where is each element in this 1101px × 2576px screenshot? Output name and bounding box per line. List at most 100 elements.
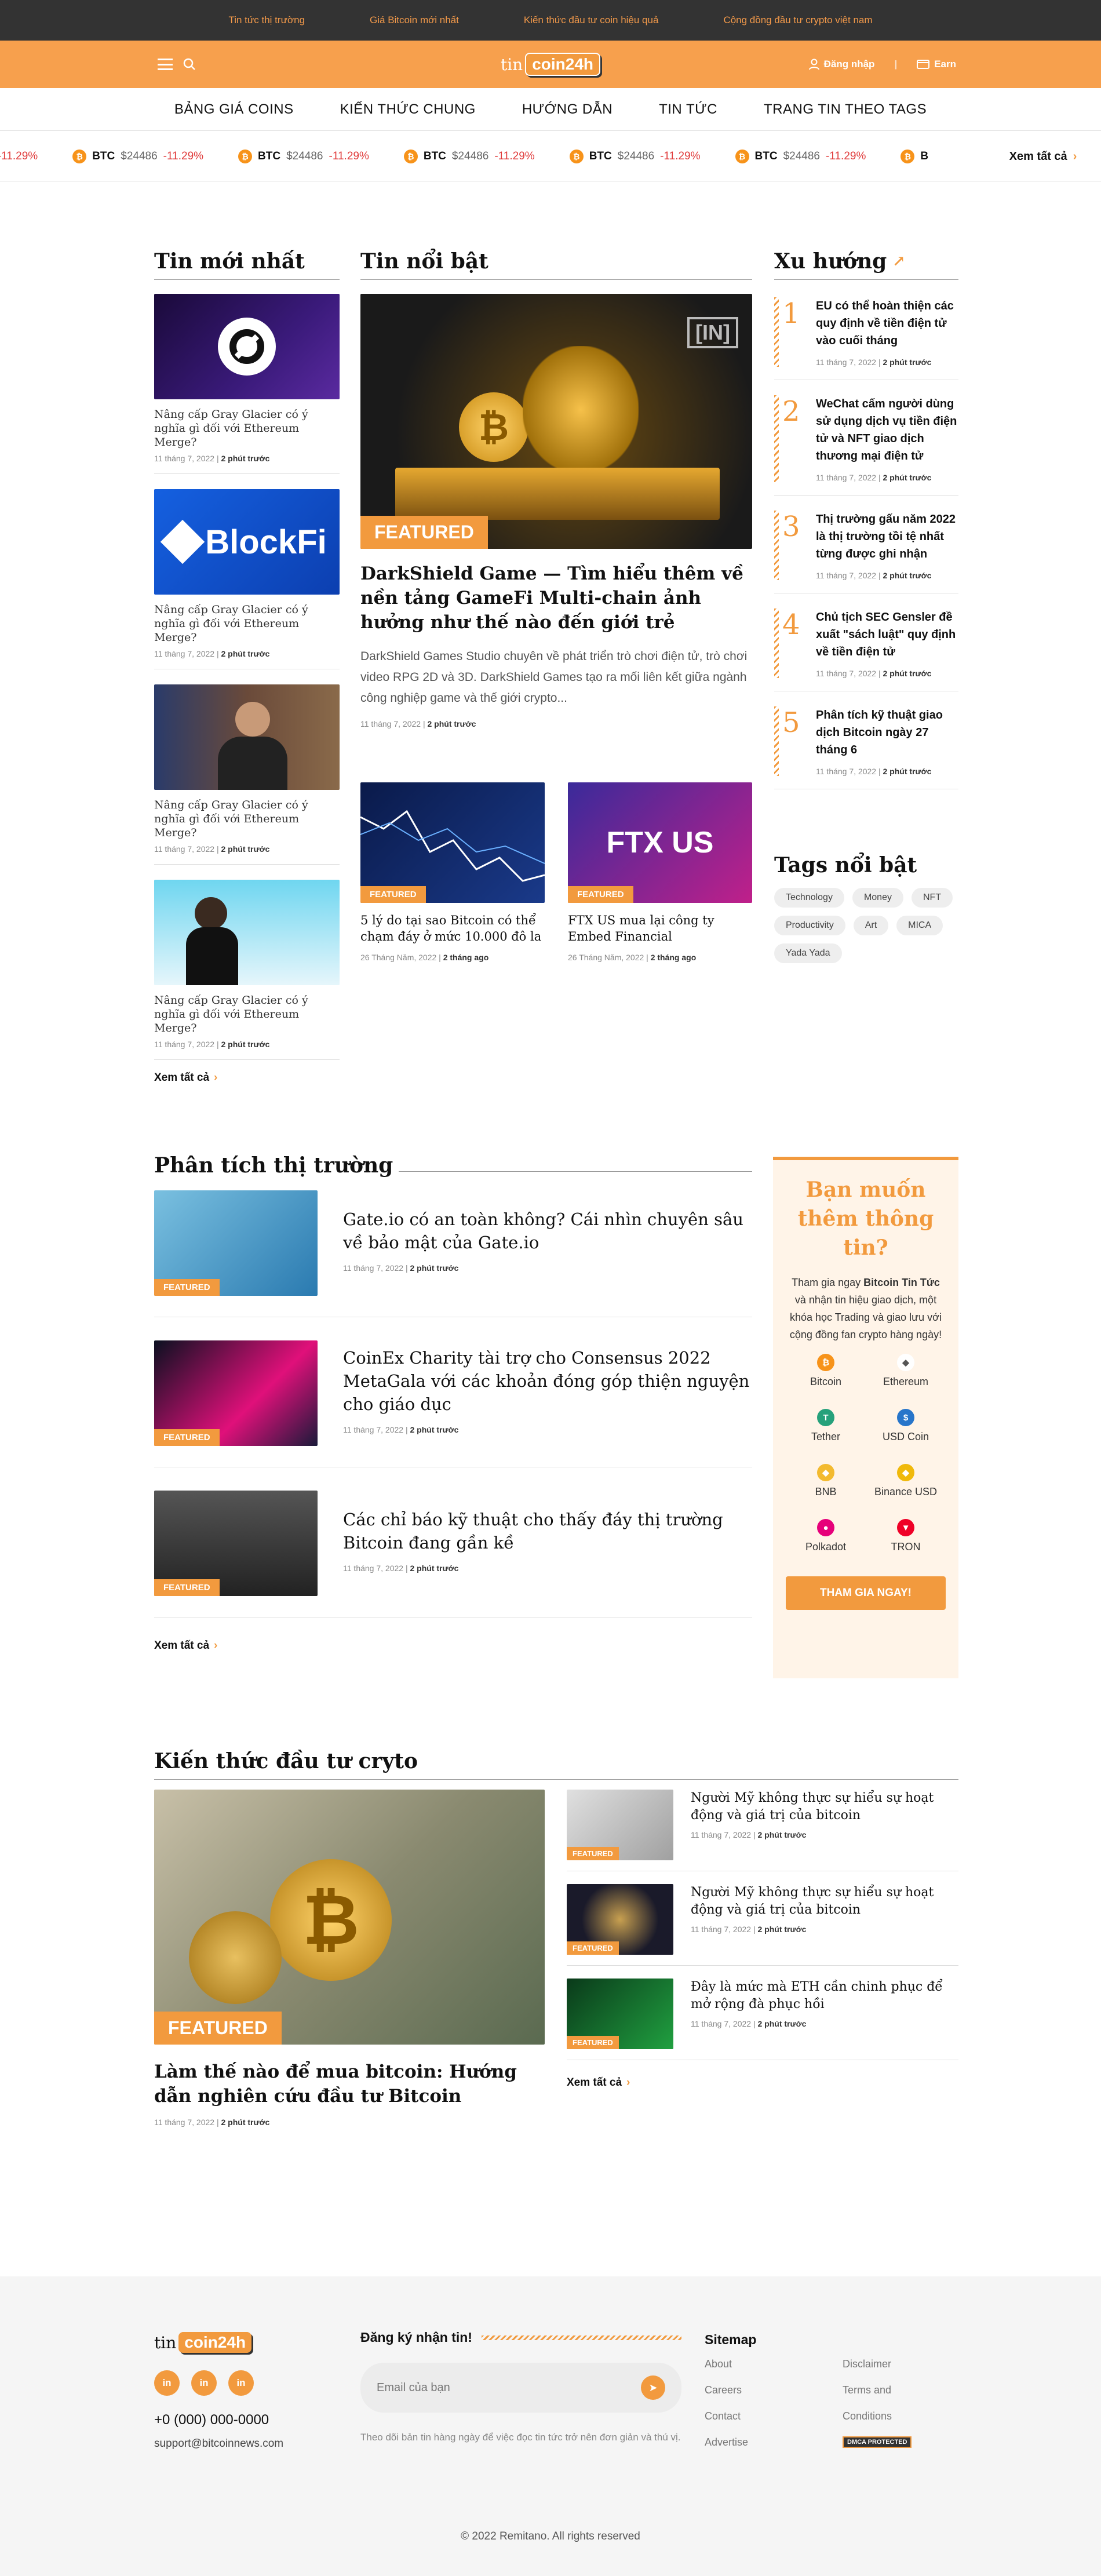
trending-item[interactable]: 5 Phân tích kỹ thuật giao dịch Bitcoin n…	[774, 706, 958, 776]
footer-link-about[interactable]: About	[705, 2358, 843, 2370]
article-thumbnail[interactable]: FEATURED	[567, 1790, 673, 1860]
latest-item[interactable]: Nâng cấp Gray Glacier có ý nghĩa gì đối …	[154, 880, 340, 1049]
linkedin-icon[interactable]: in	[228, 2370, 254, 2396]
footer-link-conditions[interactable]: Conditions	[843, 2410, 912, 2422]
coin-item-tron[interactable]: ▼ TRON	[866, 1519, 946, 1553]
featured-sub-article[interactable]: FTX US FEATURED FTX US mua lại công ty E…	[568, 782, 752, 962]
ticker-item[interactable]: ₿ B	[901, 149, 928, 163]
article-thumbnail[interactable]: ₿ [IN] FEATURED	[360, 294, 752, 549]
coin-item-bitcoin[interactable]: ₿ Bitcoin	[786, 1354, 866, 1388]
tag-chip[interactable]: Money	[852, 888, 903, 908]
article-thumbnail[interactable]	[154, 880, 340, 985]
knowledge-see-all[interactable]: Xem tất cả ›	[567, 2076, 958, 2089]
dmca-badge[interactable]: DMCA PROTECTED	[843, 2436, 912, 2448]
article-title[interactable]: Nâng cấp Gray Glacier có ý nghĩa gì đối …	[154, 993, 340, 1035]
tag-chip[interactable]: Technology	[774, 888, 844, 908]
analysis-item[interactable]: FEATURED Gate.io có an toàn không? Cái n…	[154, 1190, 752, 1296]
knowledge-item[interactable]: FEATURED Người Mỹ không thực sự hiểu sự …	[567, 1884, 958, 1955]
login-link[interactable]: Đăng nhập	[808, 59, 874, 70]
topbar-link-market-news[interactable]: Tin tức thị trường	[228, 14, 305, 26]
article-thumbnail[interactable]: FEATURED	[360, 782, 545, 903]
ticker-item[interactable]: ₿ BTC $24486 -11.29%	[735, 149, 866, 163]
trending-title-text[interactable]: EU có thể hoàn thiện các quy định về tiề…	[816, 297, 958, 349]
article-title[interactable]: Người Mỹ không thực sự hiểu sự hoạt động…	[691, 1884, 958, 1919]
knowledge-item[interactable]: FEATURED Người Mỹ không thực sự hiểu sự …	[567, 1790, 958, 1860]
analysis-item[interactable]: FEATURED CoinEx Charity tài trợ cho Cons…	[154, 1340, 752, 1446]
topbar-link-investment[interactable]: Kiến thức đầu tư coin hiệu quả	[524, 14, 659, 26]
coin-item-polkadot[interactable]: ● Polkadot	[786, 1519, 866, 1553]
latest-see-all[interactable]: Xem tất cả ›	[154, 1072, 340, 1084]
footer-link-contact[interactable]: Contact	[705, 2410, 843, 2422]
article-title[interactable]: Nâng cấp Gray Glacier có ý nghĩa gì đối …	[154, 798, 340, 840]
topbar-link-bitcoin-price[interactable]: Giá Bitcoin mới nhất	[370, 14, 459, 26]
tag-chip[interactable]: Yada Yada	[774, 943, 842, 963]
article-title[interactable]: Nâng cấp Gray Glacier có ý nghĩa gì đối …	[154, 407, 340, 449]
ticker-see-all[interactable]: Xem tất cả ›	[985, 131, 1101, 181]
article-thumbnail[interactable]: FEATURED	[154, 1190, 318, 1296]
coin-item-binance-usd[interactable]: ◆ Binance USD	[866, 1464, 946, 1498]
article-title[interactable]: DarkShield Game — Tìm hiểu thêm về nền t…	[360, 562, 752, 635]
trending-item[interactable]: 2 WeChat cấm người dùng sử dụng dịch vụ …	[774, 395, 958, 482]
latest-item[interactable]: BlockFi Nâng cấp Gray Glacier có ý nghĩa…	[154, 489, 340, 658]
trending-title-text[interactable]: WeChat cấm người dùng sử dụng dịch vụ ti…	[816, 395, 958, 465]
trending-item[interactable]: 4 Chủ tịch SEC Gensler đề xuất "sách luậ…	[774, 609, 958, 678]
article-thumbnail[interactable]	[154, 294, 340, 399]
article-title[interactable]: FTX US mua lại công ty Embed Financial	[568, 912, 752, 945]
article-thumbnail[interactable]	[154, 684, 340, 790]
footer-link-careers[interactable]: Careers	[705, 2384, 843, 2396]
article-thumbnail[interactable]: FEATURED	[154, 1340, 318, 1446]
ticker-item[interactable]: 6 -11.29%	[0, 150, 38, 163]
footer-link-disclaimer[interactable]: Disclaimer	[843, 2358, 912, 2370]
article-title[interactable]: Nâng cấp Gray Glacier có ý nghĩa gì đối …	[154, 603, 340, 644]
footer-logo[interactable]: tin coin24h	[154, 2332, 340, 2353]
nav-item-coin-prices[interactable]: BẢNG GIÁ COINS	[174, 101, 294, 118]
article-thumbnail[interactable]: BlockFi	[154, 489, 340, 595]
tag-chip[interactable]: NFT	[911, 888, 953, 908]
nav-item-tags[interactable]: TRANG TIN THEO TAGS	[764, 101, 927, 118]
linkedin-icon[interactable]: in	[191, 2370, 217, 2396]
article-title[interactable]: CoinEx Charity tài trợ cho Consensus 202…	[343, 1346, 752, 1416]
nav-item-news[interactable]: TIN TỨC	[659, 101, 717, 118]
nav-item-guides[interactable]: HƯỚNG DẪN	[522, 101, 613, 118]
analysis-see-all[interactable]: Xem tất cả ›	[154, 1639, 752, 1652]
coin-item-tether[interactable]: T Tether	[786, 1409, 866, 1443]
email-input[interactable]	[377, 2381, 608, 2395]
tag-chip[interactable]: MICA	[896, 916, 943, 935]
coin-item-ethereum[interactable]: ◆ Ethereum	[866, 1354, 946, 1388]
search-icon[interactable]	[183, 58, 196, 71]
tag-chip[interactable]: Art	[853, 916, 889, 935]
coin-item-bnb[interactable]: ◆ BNB	[786, 1464, 866, 1498]
menu-icon[interactable]	[158, 59, 173, 70]
knowledge-item[interactable]: FEATURED Đây là mức mà ETH cần chinh phụ…	[567, 1979, 958, 2049]
knowledge-main-article[interactable]: ₿ FEATURED Làm thế nào để mua bitcoin: H…	[154, 1790, 545, 2127]
linkedin-icon[interactable]: in	[154, 2370, 180, 2396]
nav-item-general-knowledge[interactable]: KIẾN THỨC CHUNG	[340, 101, 476, 118]
footer-link-advertise[interactable]: Advertise	[705, 2436, 843, 2449]
trending-title-text[interactable]: Thị trường gấu năm 2022 là thị trường tồ…	[816, 511, 958, 563]
article-thumbnail[interactable]: FEATURED	[154, 1491, 318, 1596]
analysis-item[interactable]: FEATURED Các chỉ báo kỹ thuật cho thấy đ…	[154, 1491, 752, 1596]
site-logo[interactable]: tin coin24h	[501, 53, 601, 76]
article-title[interactable]: Người Mỹ không thực sự hiểu sự hoạt động…	[691, 1790, 958, 1824]
featured-sub-article[interactable]: FEATURED 5 lý do tại sao Bitcoin có thể …	[360, 782, 545, 962]
trending-item[interactable]: 1 EU có thể hoàn thiện các quy định về t…	[774, 297, 958, 367]
send-icon[interactable]: ➤	[641, 2375, 665, 2400]
article-thumbnail[interactable]: FEATURED	[567, 1979, 673, 2049]
tag-chip[interactable]: Productivity	[774, 916, 845, 935]
article-title[interactable]: Đây là mức mà ETH cần chinh phục để mở r…	[691, 1979, 958, 2013]
article-thumbnail[interactable]: FTX US FEATURED	[568, 782, 752, 903]
trending-item[interactable]: 3 Thị trường gấu năm 2022 là thị trường …	[774, 511, 958, 580]
trending-title-text[interactable]: Phân tích kỹ thuật giao dịch Bitcoin ngà…	[816, 706, 958, 759]
footer-email[interactable]: support@bitcoinnews.com	[154, 2437, 340, 2450]
latest-item[interactable]: Nâng cấp Gray Glacier có ý nghĩa gì đối …	[154, 294, 340, 463]
featured-main-article[interactable]: ₿ [IN] FEATURED DarkShield Game — Tìm hi…	[360, 294, 752, 728]
topbar-link-community[interactable]: Cộng đồng đầu tư crypto việt nam	[723, 14, 872, 26]
ticker-item[interactable]: ₿ BTC $24486 -11.29%	[72, 149, 203, 163]
ticker-item[interactable]: ₿ BTC $24486 -11.29%	[569, 149, 701, 163]
coin-item-usd-coin[interactable]: $ USD Coin	[866, 1409, 946, 1443]
trending-title-text[interactable]: Chủ tịch SEC Gensler đề xuất "sách luật"…	[816, 609, 958, 661]
article-title[interactable]: Các chỉ báo kỹ thuật cho thấy đáy thị tr…	[343, 1508, 752, 1554]
footer-phone[interactable]: +0 (000) 000-0000	[154, 2412, 340, 2428]
article-title[interactable]: 5 lý do tại sao Bitcoin có thể chạm đáy …	[360, 912, 545, 945]
article-thumbnail[interactable]: FEATURED	[567, 1884, 673, 1955]
